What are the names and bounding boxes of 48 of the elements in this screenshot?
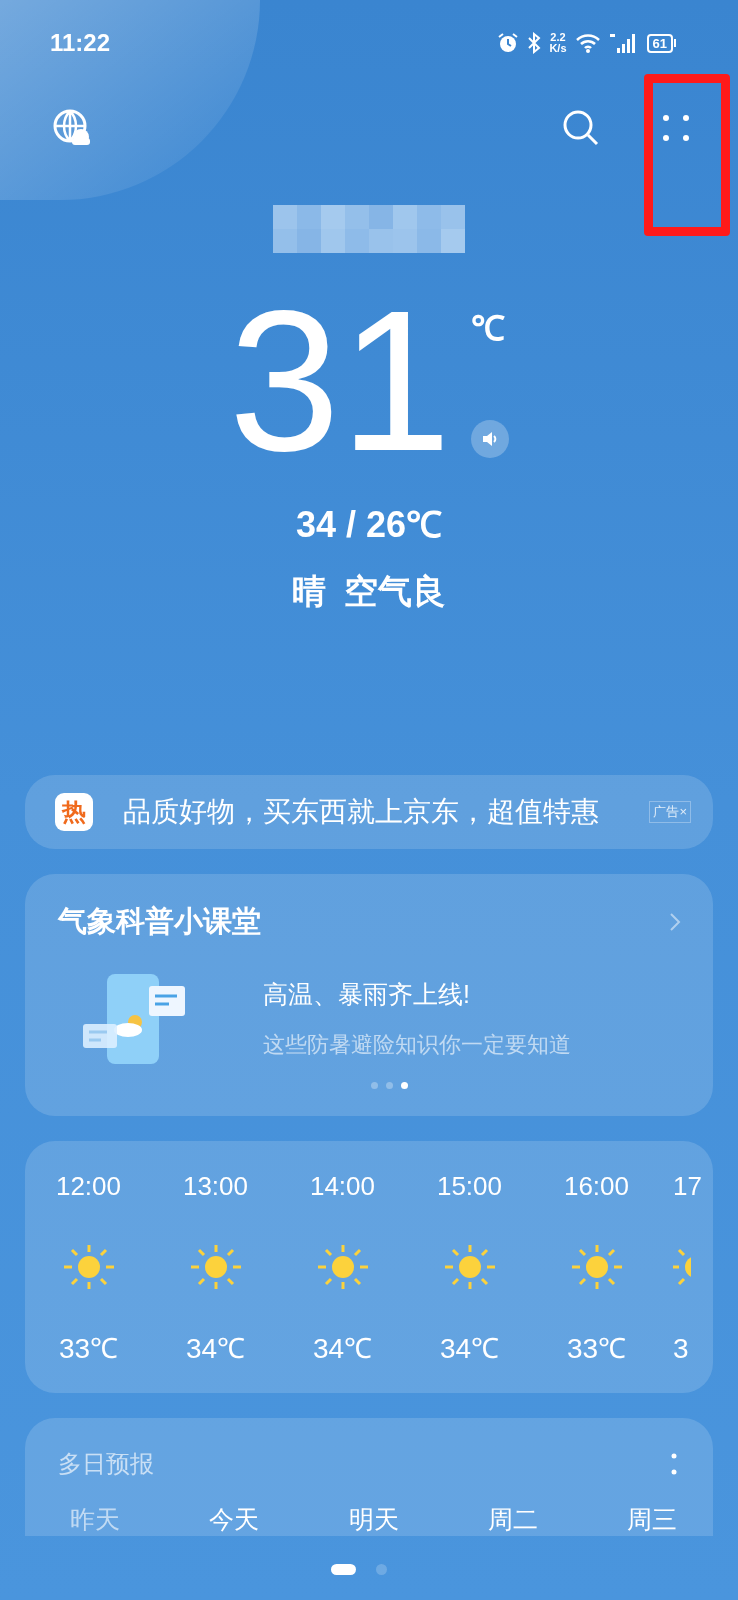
bluetooth-icon bbox=[527, 32, 542, 54]
day-tab[interactable]: 周二 bbox=[487, 1504, 538, 1534]
day-tab[interactable]: 今天 bbox=[209, 1504, 260, 1534]
card-subtitle: 这些防暑避险知识你一定要知道 bbox=[263, 1030, 571, 1059]
more-dots-icon[interactable] bbox=[662, 114, 690, 142]
hour-temperature: 34℃ bbox=[439, 1332, 500, 1366]
search-icon[interactable] bbox=[562, 109, 600, 147]
day-tab[interactable]: 明天 bbox=[348, 1504, 399, 1534]
sun-icon bbox=[315, 1244, 370, 1290]
hour-label: 15:00 bbox=[436, 1170, 503, 1203]
hour-label: 13:00 bbox=[182, 1170, 249, 1203]
more-vertical-icon[interactable] bbox=[671, 1453, 677, 1475]
hour-label: 17 bbox=[673, 1170, 702, 1203]
hour-label: 16:00 bbox=[563, 1170, 630, 1203]
day-tab[interactable]: 昨天 bbox=[70, 1504, 120, 1534]
temperature-unit: ℃ bbox=[471, 308, 507, 349]
sun-icon bbox=[188, 1244, 243, 1290]
status-time: 11:22 bbox=[50, 28, 111, 58]
weather-condition: 晴 空气良 bbox=[291, 571, 447, 612]
card-title: 多日预报 bbox=[58, 1449, 154, 1479]
speaker-button[interactable] bbox=[471, 420, 510, 458]
hour-temperature: 33℃ bbox=[58, 1332, 119, 1366]
sun-icon bbox=[61, 1244, 116, 1290]
network-speed: 2.2 K/s bbox=[549, 32, 567, 54]
hour-label: 12:00 bbox=[55, 1170, 122, 1203]
globe-cloud-icon[interactable] bbox=[52, 108, 92, 148]
wifi-icon bbox=[574, 33, 601, 53]
hour-temperature: 3 bbox=[673, 1332, 689, 1366]
card-title: 气象科普小课堂 bbox=[58, 904, 261, 939]
ad-close-button[interactable]: 广告× bbox=[649, 801, 691, 823]
hour-label: 14:00 bbox=[309, 1170, 376, 1203]
sun-icon bbox=[442, 1244, 497, 1290]
day-tab[interactable]: 周三 bbox=[627, 1504, 677, 1534]
hour-temperature: 34℃ bbox=[312, 1332, 373, 1366]
card-headline: 高温、暴雨齐上线! bbox=[263, 979, 471, 1011]
current-temperature: 31 bbox=[228, 293, 452, 468]
science-card[interactable]: 气象科普小课堂 高温、暴雨齐上线! 这些防暑避险知识你一定要知道 bbox=[25, 874, 713, 1116]
hour-temperature: 34℃ bbox=[185, 1332, 246, 1366]
sun-icon bbox=[569, 1244, 624, 1290]
chevron-right-icon[interactable] bbox=[669, 911, 681, 932]
hour-temperature: 33℃ bbox=[566, 1332, 627, 1366]
alarm-icon bbox=[497, 32, 520, 54]
ad-banner[interactable]: 热 品质好物，买东西就上京东，超值特惠 广告× bbox=[25, 775, 713, 849]
hot-badge: 热 bbox=[55, 793, 93, 831]
temperature-range: 34 / 26℃ bbox=[295, 503, 443, 547]
page-indicator[interactable] bbox=[331, 1564, 356, 1575]
ad-text: 品质好物，买东西就上京东，超值特惠 bbox=[123, 795, 599, 829]
battery-indicator: 61 bbox=[646, 33, 676, 53]
